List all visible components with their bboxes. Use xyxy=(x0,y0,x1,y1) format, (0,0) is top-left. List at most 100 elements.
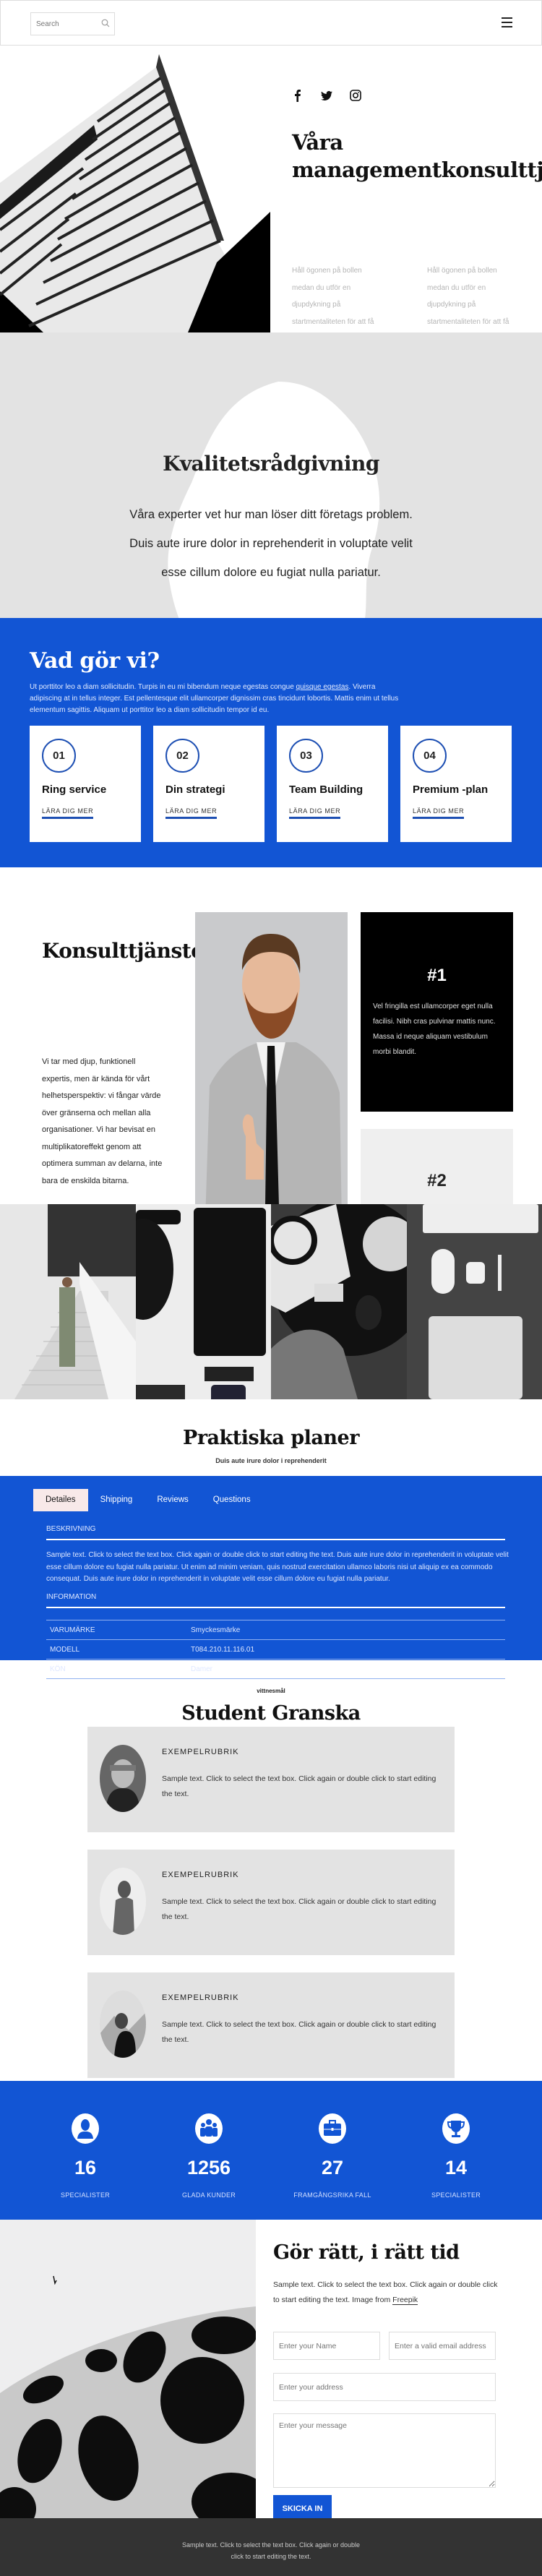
service-title: Premium -plan xyxy=(413,783,488,796)
gallery-image-workspace xyxy=(407,1204,542,1399)
tab-shipping[interactable]: Shipping xyxy=(88,1489,145,1511)
table-cell-label: VARUMÄRKE xyxy=(46,1620,191,1640)
stat-value: 14 xyxy=(398,2157,514,2179)
service-number: 02 xyxy=(165,739,199,773)
description-text: Sample text. Click to select the text bo… xyxy=(46,1550,509,1586)
address-field[interactable] xyxy=(273,2373,496,2401)
trophy-icon xyxy=(442,2113,470,2144)
service-card: 03 Team Building LÄRA DIG MER xyxy=(277,726,388,842)
architecture-image xyxy=(0,2220,256,2518)
plans-title: Praktiska planer xyxy=(0,1427,542,1449)
stat-value: 1256 xyxy=(151,2157,267,2179)
highlight-number: #1 xyxy=(361,912,513,986)
tab-questions[interactable]: Questions xyxy=(201,1489,263,1511)
avatar xyxy=(100,1745,146,1812)
reviews-section: vittnesmål Student Granska EXEMPELRUBRIK… xyxy=(0,1660,542,2081)
quality-section: Kvalitetsrådgivning Våra experter vet hu… xyxy=(0,332,542,618)
services-text: Ut porttitor leo a diam sollicitudin. Tu… xyxy=(30,682,405,716)
social-links xyxy=(292,89,361,102)
footer-text: Sample text. Click to select the text bo… xyxy=(177,2539,365,2562)
table-row: VARUMÄRKESmyckesmärke xyxy=(46,1620,505,1640)
services-inline-link[interactable]: quisque egestas xyxy=(296,683,349,691)
stat-label: SPECIALISTER xyxy=(398,2191,514,2199)
review-heading: EXEMPELRUBRIK xyxy=(162,1748,239,1756)
services-section: Vad gör vi? Ut porttitor leo a diam soll… xyxy=(0,618,542,867)
learn-more-link[interactable]: LÄRA DIG MER xyxy=(413,807,464,819)
plans-header: Praktiska planer Duis aute irure dolor i… xyxy=(0,1399,542,1476)
hamburger-menu-icon[interactable] xyxy=(502,17,512,28)
review-card: EXEMPELRUBRIK Sample text. Click to sele… xyxy=(87,1850,455,1955)
review-heading: EXEMPELRUBRIK xyxy=(162,1871,239,1879)
avatar xyxy=(100,1991,146,2058)
briefcase-icon xyxy=(318,2113,347,2144)
table-cell-label: MODELL xyxy=(46,1640,191,1660)
plans-subtitle: Duis aute irure dolor i reprehenderit xyxy=(0,1457,542,1464)
service-title: Ring service xyxy=(42,783,106,796)
gallery-image-desk xyxy=(271,1204,407,1399)
message-field[interactable] xyxy=(273,2413,496,2488)
contact-section: Gör rätt, i rätt tid Sample text. Click … xyxy=(0,2220,542,2518)
stat-value: 16 xyxy=(27,2157,143,2179)
plans-section: Detailes Shipping Reviews Questions BESK… xyxy=(0,1476,542,1660)
table-row: MODELLT084.210.11.116.01 xyxy=(46,1640,505,1660)
instagram-icon[interactable] xyxy=(350,89,361,102)
service-number: 01 xyxy=(42,739,76,773)
tab-bar: Detailes Shipping Reviews Questions xyxy=(33,1489,263,1511)
table-cell-value: Smyckesmärke xyxy=(191,1620,505,1640)
service-number: 04 xyxy=(413,739,447,773)
highlight-card-1: #1 Vel fringilla est ullamcorper eget nu… xyxy=(361,912,513,1112)
review-card: EXEMPELRUBRIK Sample text. Click to sele… xyxy=(87,1727,455,1832)
contact-text-body: Sample text. Click to select the text bo… xyxy=(273,2280,497,2304)
service-title: Din strategi xyxy=(165,783,225,796)
search-input[interactable] xyxy=(31,13,96,35)
review-heading: EXEMPELRUBRIK xyxy=(162,1993,239,2002)
highlight-text: Vel fringilla est ullamcorper eget nulla… xyxy=(361,986,513,1060)
facebook-icon[interactable] xyxy=(292,89,304,102)
email-field[interactable] xyxy=(389,2332,496,2360)
avatar xyxy=(100,1868,146,1935)
learn-more-link[interactable]: LÄRA DIG MER xyxy=(289,807,340,819)
service-number: 03 xyxy=(289,739,323,773)
name-field[interactable] xyxy=(273,2332,380,2360)
review-text: Sample text. Click to select the text bo… xyxy=(162,1772,444,1802)
stat-label: GLADA KUNDER xyxy=(151,2191,267,2199)
tab-reviews[interactable]: Reviews xyxy=(145,1489,200,1511)
twitter-icon[interactable] xyxy=(321,89,332,102)
image-gallery xyxy=(0,1204,542,1399)
review-text: Sample text. Click to select the text bo… xyxy=(162,1894,444,1925)
gallery-image-gadgets xyxy=(136,1204,272,1399)
stats-section: 16 SPECIALISTER 1256 GLADA KUNDER 27 FRA… xyxy=(0,2081,542,2220)
reviews-title: Student Granska xyxy=(0,1702,542,1725)
reviews-eyebrow: vittnesmål xyxy=(0,1688,542,1694)
hero-section: Våra managementkonsulttjänster Håll ögon… xyxy=(0,46,542,332)
hero-building-image xyxy=(0,46,270,332)
tab-details[interactable]: Detailes xyxy=(33,1489,88,1511)
service-card: 01 Ring service LÄRA DIG MER xyxy=(30,726,141,842)
site-footer: Sample text. Click to select the text bo… xyxy=(0,2518,542,2576)
search-icon[interactable] xyxy=(101,19,110,27)
quality-title: Kvalitetsrådgivning xyxy=(0,452,542,476)
service-card: 02 Din strategi LÄRA DIG MER xyxy=(153,726,264,842)
service-title: Team Building xyxy=(289,783,363,796)
stat-value: 27 xyxy=(275,2157,390,2179)
quality-text: Våra experter vet hur man löser ditt för… xyxy=(119,500,423,587)
information-heading: INFORMATION xyxy=(46,1593,505,1608)
search-box[interactable] xyxy=(30,12,115,35)
hero-title: Våra managementkonsulttjänster xyxy=(292,129,538,184)
group-icon xyxy=(194,2113,223,2144)
gallery-image-stairs xyxy=(0,1204,136,1399)
site-header xyxy=(0,0,542,46)
contact-text: Sample text. Click to select the text bo… xyxy=(273,2277,504,2308)
learn-more-link[interactable]: LÄRA DIG MER xyxy=(165,807,217,819)
stat-label: SPECIALISTER xyxy=(27,2191,143,2199)
learn-more-link[interactable]: LÄRA DIG MER xyxy=(42,807,93,819)
consulting-title: Konsulttjänster xyxy=(42,937,172,965)
table-cell-value: T084.210.11.116.01 xyxy=(191,1640,505,1660)
consulting-section: Konsulttjänster Vi tar med djup, funktio… xyxy=(0,867,542,1191)
user-icon xyxy=(71,2113,100,2144)
description-heading: BESKRIVNING xyxy=(46,1525,505,1540)
review-card: EXEMPELRUBRIK Sample text. Click to sele… xyxy=(87,1972,455,2078)
service-card: 04 Premium -plan LÄRA DIG MER xyxy=(400,726,512,842)
freepik-link[interactable]: Freepik xyxy=(392,2296,418,2305)
stat-label: FRAMGÅNGSRIKA FALL xyxy=(275,2191,390,2199)
